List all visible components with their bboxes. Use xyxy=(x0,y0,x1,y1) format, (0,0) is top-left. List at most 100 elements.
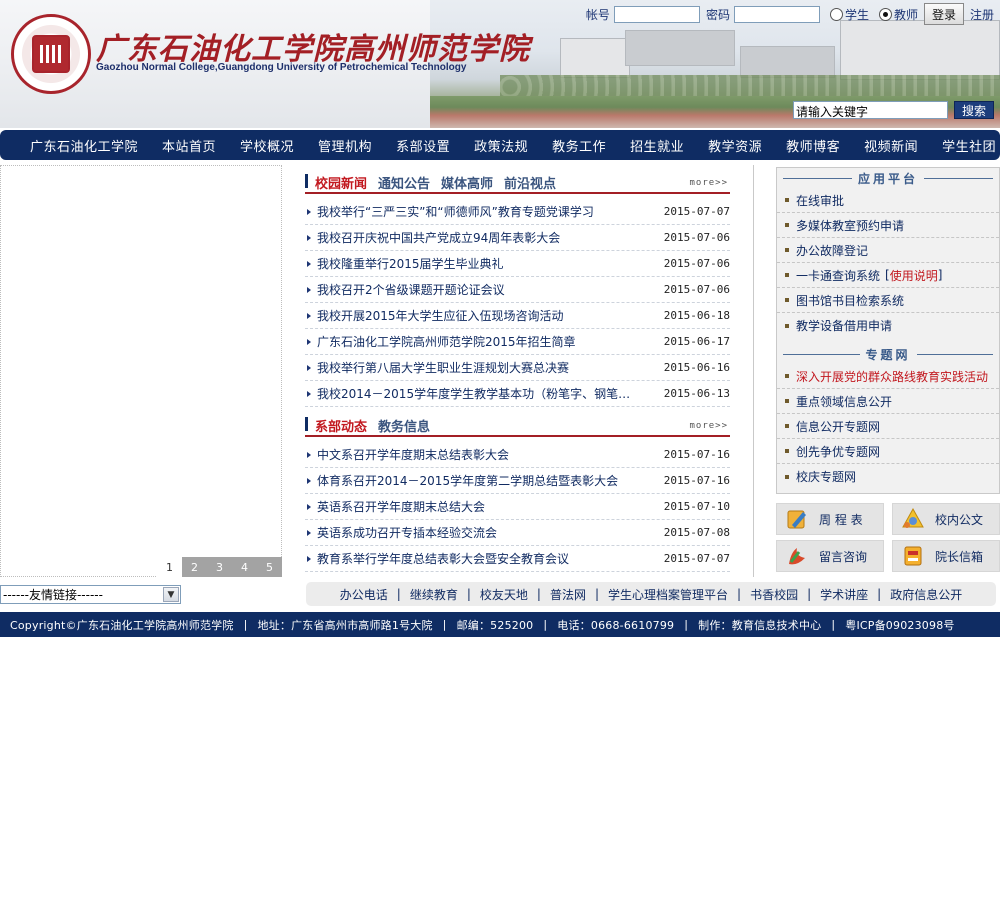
friend-links-select[interactable]: ------友情链接------ ▼ xyxy=(0,585,181,604)
news-item[interactable]: 我校召开2个省级课题开题论证会议 2015-07-06 xyxy=(305,277,730,303)
role-teacher-radio[interactable]: 教师 xyxy=(878,6,918,23)
news-title[interactable]: 教育系举行学年度总结表彰大会暨安全教育会议 xyxy=(317,550,669,567)
dept-more-link[interactable]: more>> xyxy=(689,421,728,431)
news-item[interactable]: 我校开展2015年大学生应征入伍现场咨询活动 2015-06-18 xyxy=(305,303,730,329)
nav-item[interactable]: 本站首页 xyxy=(150,136,228,155)
tab-frontier[interactable]: 前沿视点 xyxy=(504,173,556,192)
topic-item[interactable]: 信息公开专题网 xyxy=(777,414,999,439)
nav-item[interactable]: 学校概况 xyxy=(228,136,306,155)
role-student-radio[interactable]: 学生 xyxy=(829,6,869,23)
radio-icon[interactable] xyxy=(829,7,843,21)
platform-item[interactable]: 办公故障登记 xyxy=(777,238,999,263)
news-title[interactable]: 我校召开庆祝中国共产党成立94周年表彰大会 xyxy=(317,229,669,246)
platform-item[interactable]: 多媒体教室预约申请 xyxy=(777,213,999,238)
news-item[interactable]: 教育系举行学年度总结表彰大会暨安全教育会议 2015-07-07 xyxy=(305,546,730,572)
bottom-link[interactable]: 校友天地 xyxy=(480,586,528,603)
topic-item-label[interactable]: 信息公开专题网 xyxy=(796,418,880,435)
quick-link-president-mailbox[interactable]: 院长信箱 xyxy=(892,540,1000,572)
nav-item[interactable]: 管理机构 xyxy=(306,136,384,155)
tab-campus-news[interactable]: 校园新闻 xyxy=(315,173,367,192)
bottom-link[interactable]: 普法网 xyxy=(550,586,586,603)
tab-media[interactable]: 媒体高师 xyxy=(441,173,493,192)
login-button[interactable]: 登录 xyxy=(923,3,964,25)
news-more-link[interactable]: more>> xyxy=(689,178,728,188)
news-item[interactable]: 我校举行第八届大学生职业生涯规划大赛总决赛 2015-06-16 xyxy=(305,355,730,381)
news-title[interactable]: 我校召开2个省级课题开题论证会议 xyxy=(317,281,669,298)
nav-item[interactable]: 教务工作 xyxy=(540,136,618,155)
platform-item-label[interactable]: 教学设备借用申请 xyxy=(796,317,892,334)
news-title[interactable]: 广东石油化工学院高州师范学院2015年招生简章 xyxy=(317,333,669,350)
bottom-link[interactable]: 继续教育 xyxy=(410,586,458,603)
platform-item[interactable]: 教学设备借用申请 xyxy=(777,313,999,338)
news-item[interactable]: 体育系召开2014－2015学年度第二学期总结暨表彰大会 2015-07-16 xyxy=(305,468,730,494)
nav-item[interactable]: 系部设置 xyxy=(384,136,462,155)
news-title[interactable]: 我校举行“三严三实”和“师德师风”教育专题党课学习 xyxy=(317,203,669,220)
news-item[interactable]: 我校隆重举行2015届学生毕业典礼 2015-07-06 xyxy=(305,251,730,277)
bottom-link[interactable]: 办公电话 xyxy=(340,586,388,603)
platform-item-label[interactable]: 图书馆书目检索系统 xyxy=(796,292,904,309)
quick-link-documents[interactable]: 校内公文 xyxy=(892,503,1000,535)
nav-item[interactable]: 招生就业 xyxy=(618,136,696,155)
nav-item[interactable]: 政策法规 xyxy=(462,136,540,155)
news-title[interactable]: 我校隆重举行2015届学生毕业典礼 xyxy=(317,255,669,272)
tab-academic-info[interactable]: 教务信息 xyxy=(378,416,430,435)
platform-item[interactable]: 图书馆书目检索系统 xyxy=(777,288,999,313)
slide-page-button[interactable]: 4 xyxy=(232,557,257,577)
news-item[interactable]: 英语系召开学年度期末总结大会 2015-07-10 xyxy=(305,494,730,520)
news-item[interactable]: 英语系成功召开专插本经验交流会 2015-07-08 xyxy=(305,520,730,546)
topic-item[interactable]: 校庆专题网 xyxy=(777,464,999,489)
platform-item-label[interactable]: 在线审批 xyxy=(796,192,844,209)
radio-selected-icon[interactable] xyxy=(878,7,892,21)
platform-item-label[interactable]: 一卡通查询系统 xyxy=(796,267,880,284)
news-title[interactable]: 中文系召开学年度期末总结表彰大会 xyxy=(317,446,669,463)
topic-item-label[interactable]: 深入开展党的群众路线教育实践活动 xyxy=(796,368,988,385)
chevron-down-icon[interactable]: ▼ xyxy=(163,587,179,602)
news-item[interactable]: 我校2014－2015学年度学生教学基本功（粉笔字、钢笔… 2015-06-13 xyxy=(305,381,730,407)
news-title[interactable]: 我校开展2015年大学生应征入伍现场咨询活动 xyxy=(317,307,669,324)
news-title[interactable]: 英语系召开学年度期末总结大会 xyxy=(317,498,669,515)
news-item[interactable]: 中文系召开学年度期末总结表彰大会 2015-07-16 xyxy=(305,442,730,468)
topic-item-label[interactable]: 重点领域信息公开 xyxy=(796,393,892,410)
topic-item-label[interactable]: 校庆专题网 xyxy=(796,468,856,485)
tab-dept-news[interactable]: 系部动态 xyxy=(315,416,367,435)
bottom-link[interactable]: 政府信息公开 xyxy=(890,586,962,603)
nav-item[interactable]: 学生社团 xyxy=(930,136,1000,155)
nav-item[interactable]: 教学资源 xyxy=(696,136,774,155)
topic-item[interactable]: 重点领域信息公开 xyxy=(777,389,999,414)
topic-item[interactable]: 深入开展党的群众路线教育实践活动 xyxy=(777,364,999,389)
search-input[interactable]: 请输入关键字 xyxy=(793,101,948,119)
news-title[interactable]: 我校举行第八届大学生职业生涯规划大赛总决赛 xyxy=(317,359,669,376)
account-input[interactable] xyxy=(613,5,700,23)
register-link[interactable]: 注册 xyxy=(970,6,994,23)
quick-link-message[interactable]: 留言咨询 xyxy=(776,540,884,572)
news-item[interactable]: 我校召开庆祝中国共产党成立94周年表彰大会 2015-07-06 xyxy=(305,225,730,251)
search-button[interactable]: 搜索 xyxy=(954,101,994,119)
platform-item[interactable]: 一卡通查询系统[使用说明] xyxy=(777,263,999,288)
image-slideshow[interactable] xyxy=(0,165,282,577)
slide-page-button[interactable]: 3 xyxy=(207,557,232,577)
quick-link-schedule[interactable]: 周 程 表 xyxy=(776,503,884,535)
usage-guide-link[interactable]: 使用说明 xyxy=(890,267,938,284)
bottom-link[interactable]: 学生心理档案管理平台 xyxy=(608,586,728,603)
platform-item[interactable]: 在线审批 xyxy=(777,188,999,213)
bottom-link[interactable]: 书香校园 xyxy=(750,586,798,603)
news-title[interactable]: 我校2014－2015学年度学生教学基本功（粉笔字、钢笔… xyxy=(317,385,669,402)
news-item[interactable]: 我校举行“三严三实”和“师德师风”教育专题党课学习 2015-07-07 xyxy=(305,199,730,225)
platform-item-label[interactable]: 办公故障登记 xyxy=(796,242,868,259)
footer-icp[interactable]: 粤ICP备09023098号 xyxy=(845,617,954,633)
nav-item[interactable]: 广东石油化工学院 xyxy=(18,136,150,155)
news-title[interactable]: 体育系召开2014－2015学年度第二学期总结暨表彰大会 xyxy=(317,472,669,489)
school-seal-logo[interactable] xyxy=(11,14,91,94)
tab-notices[interactable]: 通知公告 xyxy=(378,173,430,192)
slide-page-button[interactable]: 5 xyxy=(257,557,282,577)
slide-page-button[interactable]: 1 xyxy=(157,557,182,577)
nav-item[interactable]: 视频新闻 xyxy=(852,136,930,155)
nav-item[interactable]: 教师博客 xyxy=(774,136,852,155)
topic-item[interactable]: 创先争优专题网 xyxy=(777,439,999,464)
bottom-link[interactable]: 学术讲座 xyxy=(820,586,868,603)
news-item[interactable]: 广东石油化工学院高州师范学院2015年招生简章 2015-06-17 xyxy=(305,329,730,355)
slide-page-button[interactable]: 2 xyxy=(182,557,207,577)
news-title[interactable]: 英语系成功召开专插本经验交流会 xyxy=(317,524,669,541)
password-input[interactable] xyxy=(733,5,820,23)
platform-item-label[interactable]: 多媒体教室预约申请 xyxy=(796,217,904,234)
